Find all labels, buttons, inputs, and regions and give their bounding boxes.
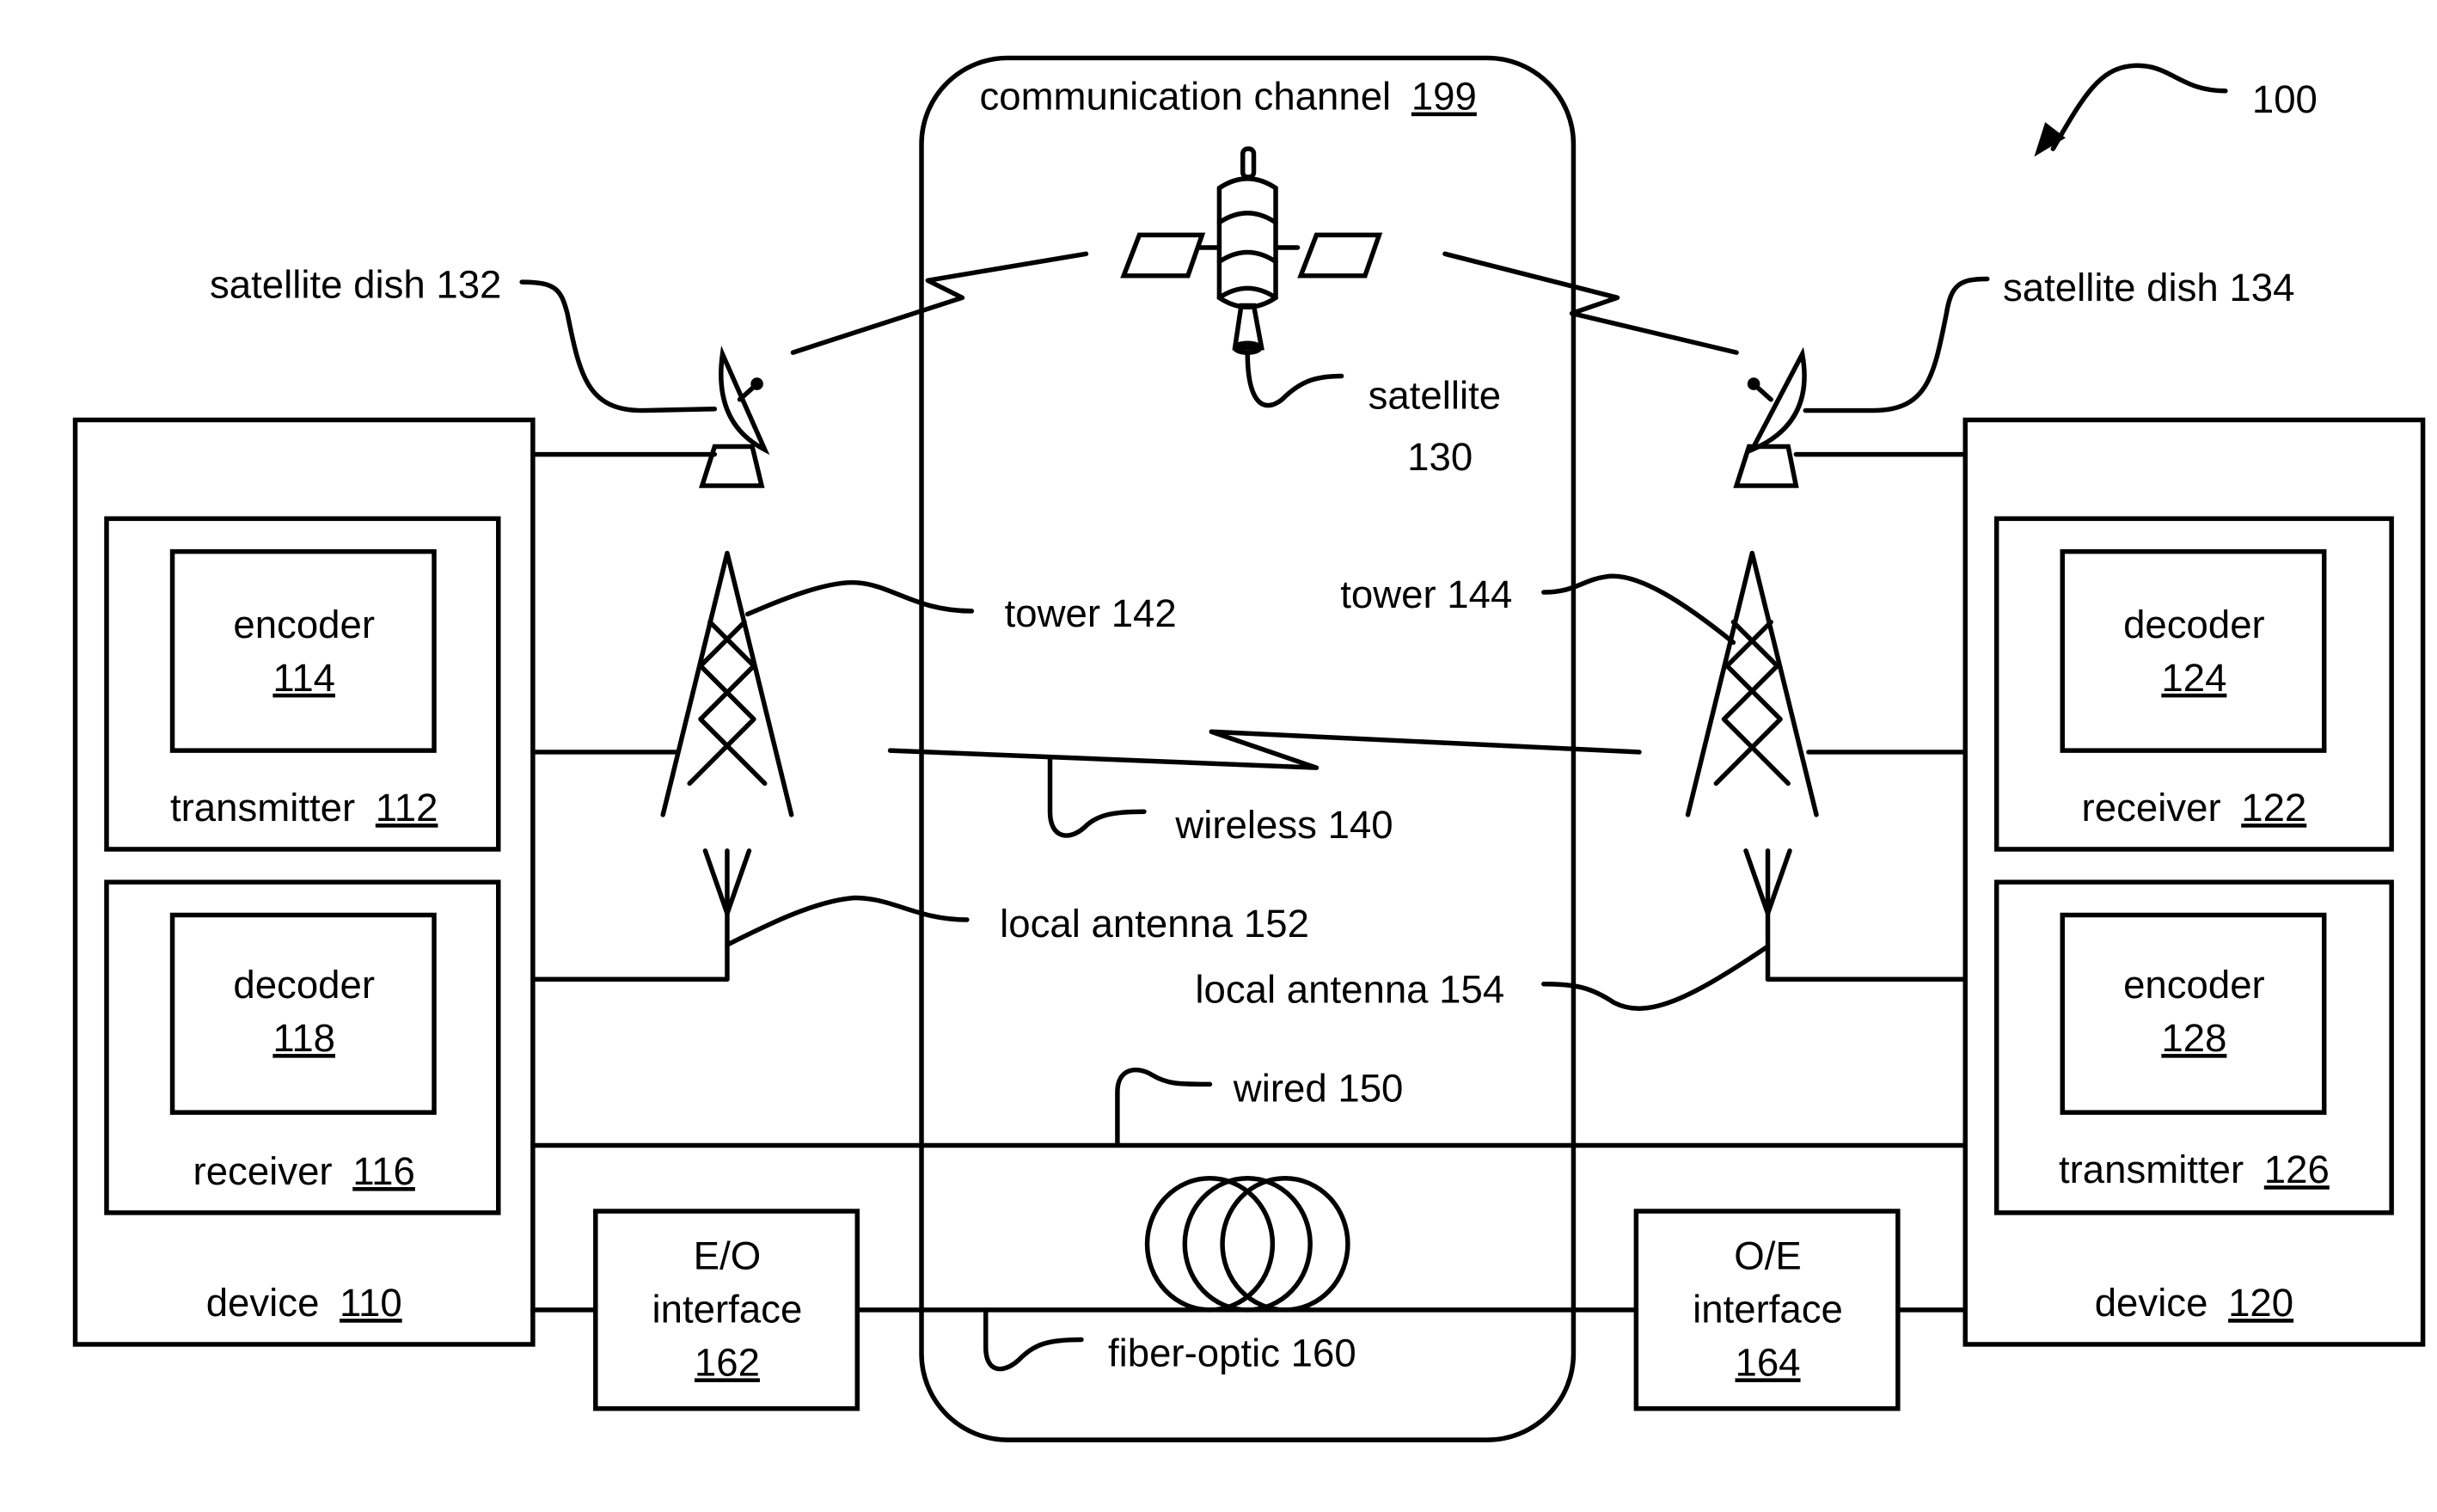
transmitter-112-ref: 112 [376,786,438,829]
device-110: encoder 114 transmitter 112 decoder 118 … [72,417,536,1347]
encoder-114-label: encoder [233,603,375,646]
transmitter-126-ref: 126 [2264,1148,2330,1191]
decoder-118-box [169,912,437,1115]
figure-leader-line [2050,63,2228,151]
decoder-124-label: decoder [2123,603,2265,646]
channel-label: communication channel [979,75,1391,119]
oe-interface-line1: O/E [1734,1233,1802,1277]
decoder-118-ref: 118 [272,1016,335,1060]
tower-left-label: tower 142 [1005,591,1177,635]
wireless-link [887,729,1642,770]
local-antenna-right-leader [1541,944,1771,1011]
satellite-dish-left-leader [519,279,718,413]
receiver-122-ref: 122 [2241,786,2306,829]
satellite-dish-right-label: satellite dish 134 [2003,266,2294,309]
figure-reference: 100 [2034,63,2318,157]
svg-text:receiver 122: receiver 122 [2082,786,2307,829]
local-antenna-left-leader [725,895,970,947]
svg-text:transmitter 112: transmitter 112 [170,786,438,829]
receiver-122-label: receiver [2082,786,2221,829]
wired-leader [1115,1067,1213,1148]
tower-right-label: tower 144 [1340,572,1512,616]
eo-interface-line1: E/O [694,1233,762,1277]
wireless-label: wireless 140 [1174,803,1393,847]
communication-system-diagram: 100 communication channel 199 satellite … [72,55,2426,1442]
device-120-label: device [2095,1281,2208,1325]
svg-text:communication channel 19: communication channel 199 [979,75,1476,119]
transmitter-112-label: transmitter [170,786,355,829]
encoder-128-box [2060,912,2327,1115]
wired-label: wired 150 [1233,1066,1404,1110]
tower-left-icon [660,550,794,817]
svg-text:transmitter 126: transmitter 126 [2059,1148,2330,1191]
device-110-ref: 110 [340,1281,402,1325]
encoder-114-ref: 114 [272,656,335,700]
satellite-label: satellite [1369,374,1502,418]
satellite-dish-right-icon [1733,346,1807,488]
satellite-dish-left-icon [699,346,770,488]
device-120: decoder 124 receiver 122 encoder 128 tra… [1962,417,2426,1347]
svg-text:device 120: device 120 [2095,1281,2293,1325]
fiber-optic-leader [983,1307,1084,1372]
satellite-icon [1120,146,1383,355]
encoder-128-ref: 128 [2161,1016,2226,1060]
eo-interface-line2: interface [652,1287,803,1331]
satellite-leader-line [1245,350,1344,408]
tower-right-icon [1685,550,1819,817]
solar-panel-right [1297,232,1383,279]
receiver-116-label: receiver [193,1149,333,1193]
oe-interface-line2: interface [1693,1287,1843,1331]
satellite-ref: 130 [1407,435,1473,479]
transmitter-126-label: transmitter [2059,1148,2244,1191]
local-antenna-right-label: local antenna 154 [1195,968,1504,1012]
tower-left-leader [744,579,975,617]
channel-ref: 199 [1411,75,1477,119]
device-120-ref: 120 [2228,1281,2293,1325]
satellite-link-left [790,251,1089,355]
oe-interface-ref: 164 [1735,1340,1800,1384]
encoder-114-box [169,548,437,753]
receiver-116-ref: 116 [352,1149,415,1193]
decoder-124-box [2060,548,2327,753]
fiber-optic-label: fiber-optic 160 [1108,1331,1356,1374]
figure-ref-label: 100 [2252,77,2318,121]
local-antenna-left-icon [702,848,752,982]
device-110-label: device [206,1281,320,1325]
wireless-leader [1047,756,1147,838]
oe-interface-164: O/E interface 164 [1633,1209,1901,1411]
solar-panel-left [1120,232,1206,279]
satellite-link-right [1442,251,1739,355]
local-antenna-left-label: local antenna 152 [1000,902,1309,946]
svg-text:device 110: device 110 [206,1281,402,1325]
decoder-124-ref: 124 [2161,656,2226,700]
satellite-dish-left-label: satellite dish 132 [210,262,501,306]
decoder-118-label: decoder [233,963,375,1007]
encoder-128-label: encoder [2123,963,2265,1007]
svg-text:receiver 116: receiver 116 [193,1149,415,1193]
arrowhead-icon [2034,122,2066,157]
fiber-coil-icon [1144,1176,1350,1313]
local-antenna-right-icon [1743,848,1792,982]
eo-interface-ref: 162 [695,1340,760,1384]
eo-interface-162: E/O interface 162 [593,1209,860,1411]
satellite-dish-right-leader [1803,276,1990,413]
